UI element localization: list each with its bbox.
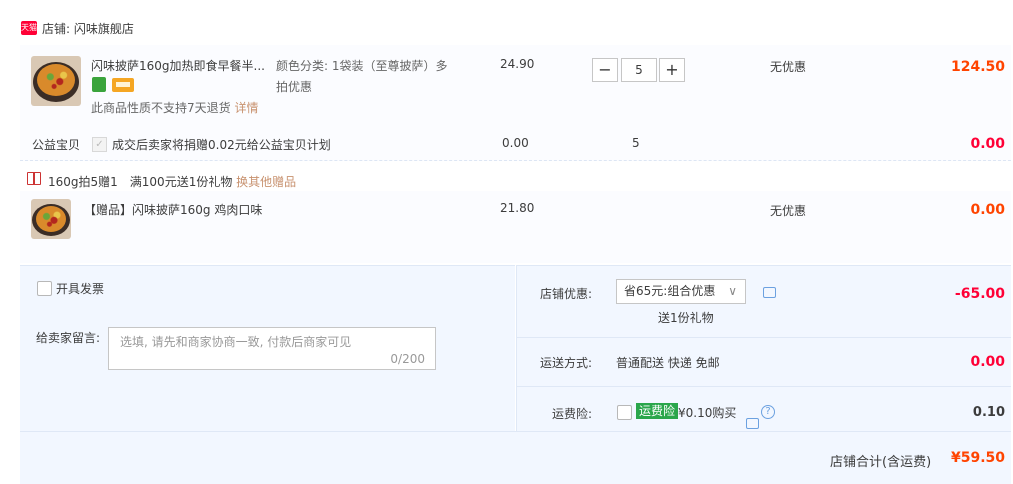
invoice-label: 开具发票 — [56, 282, 105, 296]
gift-promo-info: 160g拍5赠1 满100元送1份礼物 换其他赠品 — [48, 173, 296, 190]
message-label: 给卖家留言: — [36, 331, 101, 345]
product-spec: 颜色分类: 1袋装（至尊披萨）多 — [276, 59, 448, 73]
gift-thumbnail[interactable] — [31, 199, 71, 239]
message-counter: 0/200 — [390, 352, 425, 366]
store-name[interactable]: 店铺: 闪味旗舰店 — [42, 20, 134, 37]
item-subtotal: 124.50 — [950, 59, 1005, 75]
store-discount-amount: -65.00 — [954, 286, 1005, 302]
card-payment-icon — [112, 78, 134, 92]
chat-icon[interactable] — [763, 287, 776, 298]
return-policy-text: 此商品性质不支持7天退货 — [91, 101, 231, 115]
product-spec-line2: 拍优惠 — [276, 80, 313, 94]
quantity-input[interactable]: 5 — [621, 58, 657, 82]
shipping-amount: 0.00 — [970, 354, 1005, 370]
insurance-checkbox[interactable] — [617, 405, 632, 420]
store-discount-label: 店铺优惠: — [540, 287, 593, 301]
charity-text: 成交后卖家将捐赠0.02元给公益宝贝计划 — [112, 138, 331, 152]
gift-item-subtotal: 0.00 — [970, 202, 1005, 218]
insurance-amount: 0.10 — [972, 405, 1005, 420]
charity-price: 0.00 — [502, 136, 529, 150]
gift-promo-text: 160g拍5赠1 满100元送1份礼物 — [48, 175, 233, 189]
charity-label: 公益宝贝 — [32, 138, 81, 152]
insurance-price-text: ¥0.10购买 — [678, 406, 737, 420]
gift-item-discount: 无优惠 — [770, 204, 807, 218]
item-discount: 无优惠 — [770, 60, 807, 74]
chevron-down-icon: ∨ — [728, 284, 737, 298]
message-placeholder: 选填, 请先和商家协商一致, 付款后商家可见 — [120, 335, 352, 349]
quantity-increase-button[interactable]: + — [659, 58, 685, 82]
invoice-checkbox[interactable] — [37, 281, 52, 296]
help-icon[interactable]: ? — [761, 405, 775, 419]
quantity-decrease-button[interactable]: − — [592, 58, 618, 82]
charity-subtotal: 0.00 — [970, 136, 1005, 152]
return-policy-note: 此商品性质不支持7天退货 详情 — [91, 99, 258, 116]
shipping-label: 运送方式: — [540, 356, 593, 370]
insurance-label: 运费险: — [552, 407, 593, 421]
product-thumbnail[interactable] — [31, 56, 81, 106]
unit-price: 24.90 — [500, 57, 535, 71]
seller-message-input[interactable]: 选填, 请先和商家协商一致, 付款后商家可见 0/200 — [108, 327, 436, 370]
store-discount-value: 省65元:组合优惠 — [624, 284, 716, 298]
product-title-link[interactable]: 闪味披萨160g加热即食早餐半... — [91, 57, 265, 74]
shipping-method[interactable]: 普通配送 快递 免邮 — [616, 354, 720, 371]
insurance-tag: 运费险 — [636, 403, 679, 419]
gift-item-title[interactable]: 【赠品】闪味披萨160g 鸡肉口味 — [84, 201, 262, 218]
charity-checkbox: ✓ — [92, 137, 107, 152]
gift-item-price: 21.80 — [500, 201, 535, 215]
tmall-badge: 天猫 — [21, 21, 37, 35]
guarantee-icon — [92, 77, 106, 92]
return-policy-detail-link[interactable]: 详情 — [234, 101, 258, 115]
change-gift-link[interactable]: 换其他赠品 — [236, 175, 296, 189]
store-total-amount: ¥59.50 — [950, 450, 1005, 466]
store-discount-sub: 送1份礼物 — [658, 311, 714, 325]
chat-icon[interactable] — [746, 418, 759, 429]
store-discount-select[interactable]: 省65元:组合优惠 ∨ — [616, 279, 746, 304]
store-total-label: 店铺合计(含运费) — [830, 455, 932, 470]
charity-quantity: 5 — [632, 136, 640, 150]
gift-icon — [27, 172, 41, 185]
